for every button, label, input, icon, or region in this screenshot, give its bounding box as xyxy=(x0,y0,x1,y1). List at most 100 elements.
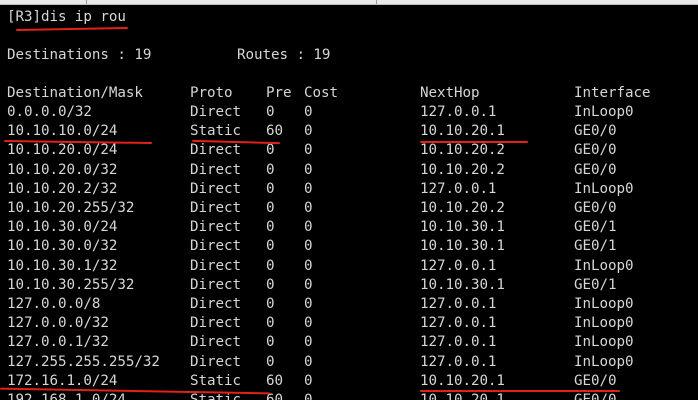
cell-destination-mask: 10.10.30.255/32 xyxy=(7,276,135,293)
cell-cost: 0 xyxy=(304,257,313,274)
cell-pre: 0 xyxy=(266,257,275,274)
cell-proto: Direct xyxy=(190,276,241,293)
cell-destination-mask: 10.10.10.0/24 xyxy=(7,123,118,140)
cell-nexthop: 10.10.30.1 xyxy=(420,238,505,255)
tab-divider xyxy=(376,0,377,4)
cell-nexthop: 127.0.0.1 xyxy=(420,180,497,197)
cell-interface: GE0/0 xyxy=(574,200,617,216)
cell-proto: Direct xyxy=(190,296,241,312)
cell-nexthop: 10.10.20.1 xyxy=(420,372,505,389)
table-row: 10.10.30.0/24 Direct 0 0 10.10.30.1 GE0/1 xyxy=(7,218,687,237)
cell-proto: Direct xyxy=(190,238,241,255)
cell-destination-mask: 10.10.20.2/32 xyxy=(7,180,118,197)
routes-count: Routes : 19 xyxy=(237,47,331,63)
cell-destination-mask: 0.0.0.0/32 xyxy=(7,104,92,120)
cell-nexthop: 127.0.0.1 xyxy=(420,296,497,312)
cell-nexthop: 10.10.20.1 xyxy=(420,123,505,140)
cell-destination-mask: 127.0.0.0/8 xyxy=(7,296,101,312)
header-pre: Pre xyxy=(266,85,292,101)
cell-destination-mask: 10.10.30.0/32 xyxy=(7,238,118,255)
cell-interface: GE0/0 xyxy=(574,142,617,159)
cell-cost: 0 xyxy=(304,372,313,389)
cell-interface: GE0/0 xyxy=(574,161,617,178)
cell-proto: Direct xyxy=(190,180,241,197)
cell-cost: 0 xyxy=(304,334,313,351)
cell-pre: 0 xyxy=(266,142,275,159)
window-top-strip xyxy=(0,0,698,5)
table-row: 10.10.30.255/32 Direct 0 0 10.10.30.1 GE0/1 xyxy=(7,276,687,295)
cell-nexthop: 10.10.20.2 xyxy=(420,161,505,178)
cell-pre: 0 xyxy=(266,219,275,236)
cell-proto: Direct xyxy=(190,353,241,370)
cell-pre: 0 xyxy=(266,104,275,120)
cell-proto: Direct xyxy=(190,315,241,332)
cell-pre: 0 xyxy=(266,315,275,332)
cell-pre: 0 xyxy=(266,200,275,216)
table-row: 10.10.20.2/32 Direct 0 0 127.0.0.1 InLoop0 xyxy=(7,180,687,199)
cell-cost: 0 xyxy=(304,123,313,140)
cell-destination-mask: 10.10.20.255/32 xyxy=(7,200,135,216)
cell-destination-mask: 192.168.1.0/24 xyxy=(7,392,126,400)
cell-nexthop: 127.0.0.1 xyxy=(420,315,497,332)
cell-interface: InLoop0 xyxy=(574,257,634,274)
cell-destination-mask: 10.10.30.0/24 xyxy=(7,219,118,236)
destinations-count: Destinations : 19 xyxy=(7,47,152,63)
cell-proto: Direct xyxy=(190,104,241,120)
cell-cost: 0 xyxy=(304,353,313,370)
annotation-underline-static-route xyxy=(420,141,528,143)
cell-destination-mask: 127.0.0.1/32 xyxy=(7,334,109,351)
routing-table-header: Destination/Mask Proto Pre Cost NextHop … xyxy=(7,84,687,103)
tab-divider xyxy=(86,0,87,4)
cell-nexthop: 127.0.0.1 xyxy=(420,334,497,351)
cell-interface: GE0/1 xyxy=(574,276,617,293)
cell-cost: 0 xyxy=(304,296,313,312)
cell-proto: Direct xyxy=(190,257,241,274)
annotation-underline-command xyxy=(15,27,129,31)
header-proto: Proto xyxy=(190,85,233,101)
cell-cost: 0 xyxy=(304,276,313,293)
table-row: 10.10.20.0/24 Direct 0 0 10.10.20.2 GE0/0 xyxy=(7,141,687,160)
cell-nexthop: 127.0.0.1 xyxy=(420,104,497,120)
route-summary-line: Destinations : 19 Routes : 19 xyxy=(7,46,607,65)
cell-pre: 0 xyxy=(266,353,275,370)
table-row: 127.0.0.0/32 Direct 0 0 127.0.0.1 InLoop0 xyxy=(7,314,687,333)
command-prompt-line: [R3]dis ip rou xyxy=(7,9,126,25)
table-row: 0.0.0.0/32 Direct 0 0 127.0.0.1 InLoop0 xyxy=(7,103,687,122)
cell-proto: Direct xyxy=(190,219,241,236)
cell-pre: 0 xyxy=(266,180,275,197)
cell-nexthop: 10.10.20.2 xyxy=(420,200,505,216)
cell-cost: 0 xyxy=(304,238,313,255)
cell-pre: 60 xyxy=(266,372,283,389)
cell-interface: InLoop0 xyxy=(574,180,634,197)
cell-nexthop: 10.10.30.1 xyxy=(420,219,505,236)
cell-pre: 0 xyxy=(266,238,275,255)
cell-interface: InLoop0 xyxy=(574,353,634,370)
cell-proto: Static xyxy=(190,123,241,140)
cell-cost: 0 xyxy=(304,219,313,236)
cell-nexthop: 10.10.20.1 xyxy=(420,392,505,400)
table-row: 192.168.1.0/24 Static 60 0 10.10.20.1 GE0/0 xyxy=(7,391,687,400)
cell-cost: 0 xyxy=(304,315,313,332)
table-row: 172.16.1.0/24 Static 60 0 10.10.20.1 GE0/0 xyxy=(7,372,687,391)
cell-pre: 0 xyxy=(266,161,275,178)
cell-cost: 0 xyxy=(304,161,313,178)
table-row: 10.10.30.1/32 Direct 0 0 127.0.0.1 InLoop0 xyxy=(7,257,687,276)
header-nexthop: NextHop xyxy=(420,85,480,101)
table-row: 10.10.20.0/32 Direct 0 0 10.10.20.2 GE0/0 xyxy=(7,161,687,180)
cell-proto: Direct xyxy=(190,200,241,216)
cell-proto: Direct xyxy=(190,334,241,351)
header-interface: Interface xyxy=(574,85,651,101)
terminal-window[interactable]: [R3]dis ip rou Destinations : 19 Routes … xyxy=(0,0,698,400)
cell-interface: InLoop0 xyxy=(574,104,634,120)
cell-proto: Direct xyxy=(190,161,241,178)
cell-cost: 0 xyxy=(304,180,313,197)
cell-nexthop: 127.0.0.1 xyxy=(420,353,497,370)
cell-cost: 0 xyxy=(304,392,313,400)
cell-destination-mask: 10.10.20.0/24 xyxy=(7,142,118,159)
cell-proto: Direct xyxy=(190,142,241,159)
header-cost: Cost xyxy=(304,85,338,101)
table-row: 127.255.255.255/32 Direct 0 0 127.0.0.1 InLoo… xyxy=(7,353,687,372)
cell-destination-mask: 127.0.0.0/32 xyxy=(7,315,109,332)
cell-interface: GE0/1 xyxy=(574,238,617,255)
cell-pre: 0 xyxy=(266,334,275,351)
